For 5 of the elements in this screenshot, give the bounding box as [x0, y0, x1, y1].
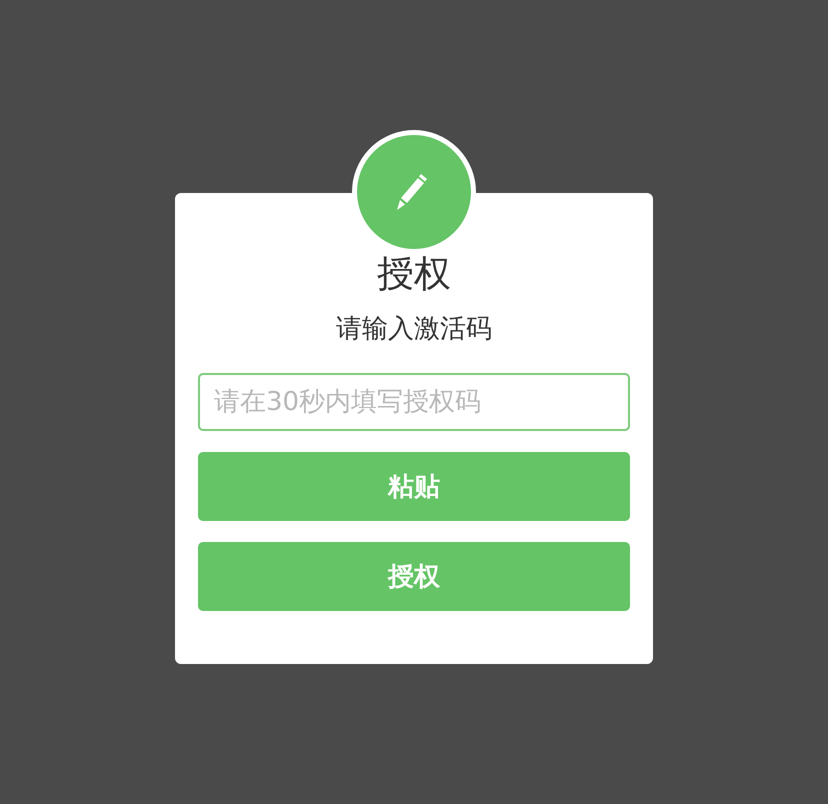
dialog-subtitle: 请输入激活码 [335, 313, 493, 346]
action-button[interactable]: 授权 [198, 542, 630, 611]
code-input-field[interactable]: 请在30秒内填写授权码 [198, 373, 630, 431]
dialog-title: 授权 [376, 251, 452, 297]
action-button[interactable]: 粘贴 [198, 452, 630, 521]
